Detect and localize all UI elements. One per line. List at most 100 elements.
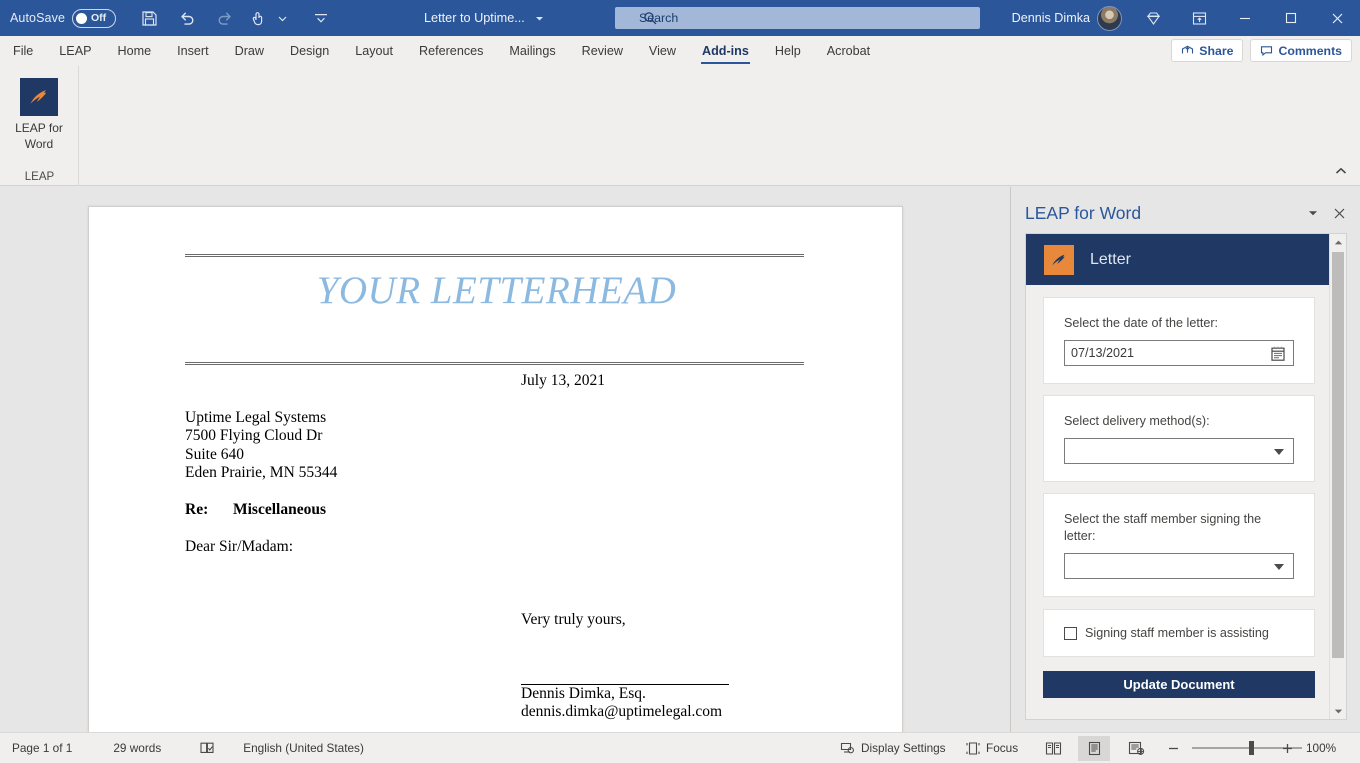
print-layout-icon[interactable] [1078,735,1110,761]
ribbon-display-options-icon[interactable] [1176,0,1222,36]
address-line: Eden Prairie, MN 55344 [185,464,338,481]
zoom-level[interactable]: 100% [1306,741,1336,755]
tab-label: Help [774,44,801,58]
page-indicator[interactable]: Page 1 of 1 [12,741,72,755]
tab-label: Home [117,44,152,58]
leap-for-word-button[interactable]: LEAP for Word [2,78,76,152]
letterhead-rule-top [185,254,804,257]
proofing-errors-icon[interactable] [199,740,215,756]
tab-layout[interactable]: Layout [342,36,406,66]
date-input[interactable]: 07/13/2021 [1064,340,1294,366]
autosave-toggle[interactable]: Off [72,8,117,28]
update-document-button[interactable]: Update Document [1043,671,1315,698]
share-icon [1182,45,1194,54]
read-mode-icon[interactable] [1037,736,1069,761]
document-title-chevron-icon [535,16,543,20]
account-button[interactable]: Dennis Dimka [1012,0,1122,36]
document-title[interactable]: Letter to Uptime... [424,0,544,36]
minimize-icon[interactable] [1222,0,1268,36]
addin-header: Letter [1026,234,1332,285]
redo-icon[interactable] [206,3,244,33]
address-line: Uptime Legal Systems [185,409,327,426]
tab-insert[interactable]: Insert [164,36,222,66]
date-label: Select the date of the letter: [1064,316,1219,330]
salutation: Dear Sir/Madam: [185,538,294,555]
search-box[interactable]: Search [615,7,980,29]
addin-frame: Letter Select the date of the letter: 07… [1025,233,1347,720]
tab-label: Add-ins [702,44,749,58]
tab-label: References [419,44,484,58]
tab-home[interactable]: Home [105,36,165,66]
leap-label-line1: LEAP for [15,121,63,135]
chevron-down-icon[interactable] [1300,200,1326,226]
touch-mode-icon[interactable] [244,3,274,33]
tab-draw[interactable]: Draw [222,36,277,66]
document-canvas[interactable]: YOUR LETTERHEAD July 13, 2021 Uptime Leg… [0,187,1010,732]
delivery-method-select[interactable] [1064,438,1294,464]
leap-logo-icon [1044,244,1074,275]
share-button[interactable]: Share [1171,39,1244,62]
calendar-icon[interactable] [1270,345,1286,367]
share-label: Share [1199,43,1234,58]
language-indicator[interactable]: English (United States) [243,741,364,755]
autosave-state-label: Off [91,12,107,24]
web-layout-icon[interactable] [1120,736,1152,761]
status-bar: Page 1 of 1 29 words English (United Sta… [0,732,1360,763]
ribbon: LEAP for Word LEAP [0,66,1360,186]
chevron-down-icon [1274,449,1284,455]
assisting-checkbox[interactable] [1064,626,1077,640]
leap-logo-icon [20,78,58,116]
diamond-icon[interactable] [1130,0,1176,36]
tab-file[interactable]: File [0,36,46,66]
task-pane-close-icon[interactable] [1326,200,1352,226]
save-icon[interactable] [130,3,168,33]
collapse-ribbon-icon[interactable] [1334,163,1348,181]
customize-quick-access-icon[interactable] [302,3,340,33]
assisting-checkbox-row[interactable]: Signing staff member is assisting [1064,626,1294,640]
close-icon[interactable] [1314,0,1360,36]
tab-label: Design [290,44,330,58]
task-pane-header: LEAP for Word [1025,197,1352,229]
letter-date: July 13, 2021 [521,372,605,389]
task-pane-scrollbar[interactable] [1329,234,1345,719]
re-label: Re: [185,501,209,518]
tab-mailings[interactable]: Mailings [496,36,568,66]
signer-name: Dennis Dimka, Esq. [521,685,646,702]
zoom-in-icon[interactable] [1271,736,1303,761]
comments-button[interactable]: Comments [1250,39,1352,62]
staff-member-select[interactable] [1064,553,1294,579]
closing: Very truly yours, [521,611,626,628]
leap-for-word-label: LEAP for Word [15,120,63,152]
staff-label: Select the staff member signing the lett… [1064,512,1262,543]
maximize-icon[interactable] [1268,0,1314,36]
scrollbar-thumb[interactable] [1332,252,1344,658]
tab-add-ins[interactable]: Add-ins [689,36,762,66]
date-card: Select the date of the letter: 07/13/202… [1043,297,1315,384]
letterhead-title: YOUR LETTERHEAD [316,269,677,312]
zoom-out-icon[interactable] [1157,736,1189,761]
search-icon [643,11,657,30]
tab-label: Layout [355,44,394,58]
touch-mode-chevron-icon[interactable] [274,3,290,33]
assisting-checkbox-label: Signing staff member is assisting [1085,626,1269,640]
tab-acrobat[interactable]: Acrobat [814,36,883,66]
scroll-down-icon[interactable] [1330,703,1346,719]
tab-view[interactable]: View [636,36,689,66]
undo-icon[interactable] [168,3,206,33]
focus-button[interactable]: Focus [966,741,1018,756]
tab-help[interactable]: Help [762,36,814,66]
ribbon-group-leap: LEAP for Word LEAP [0,66,79,186]
display-settings-icon [840,742,854,753]
document-page[interactable]: YOUR LETTERHEAD July 13, 2021 Uptime Leg… [88,206,903,732]
tab-label: LEAP [59,44,92,58]
scroll-up-icon[interactable] [1330,234,1346,250]
tab-design[interactable]: Design [277,36,342,66]
tab-leap[interactable]: LEAP [46,36,104,66]
tab-review[interactable]: Review [569,36,636,66]
comments-label: Comments [1278,43,1342,58]
word-count[interactable]: 29 words [113,741,161,755]
tab-references[interactable]: References [406,36,496,66]
zoom-slider-thumb[interactable] [1249,741,1254,755]
display-settings-button[interactable]: Display Settings [840,741,946,756]
tab-label: Draw [234,44,264,58]
